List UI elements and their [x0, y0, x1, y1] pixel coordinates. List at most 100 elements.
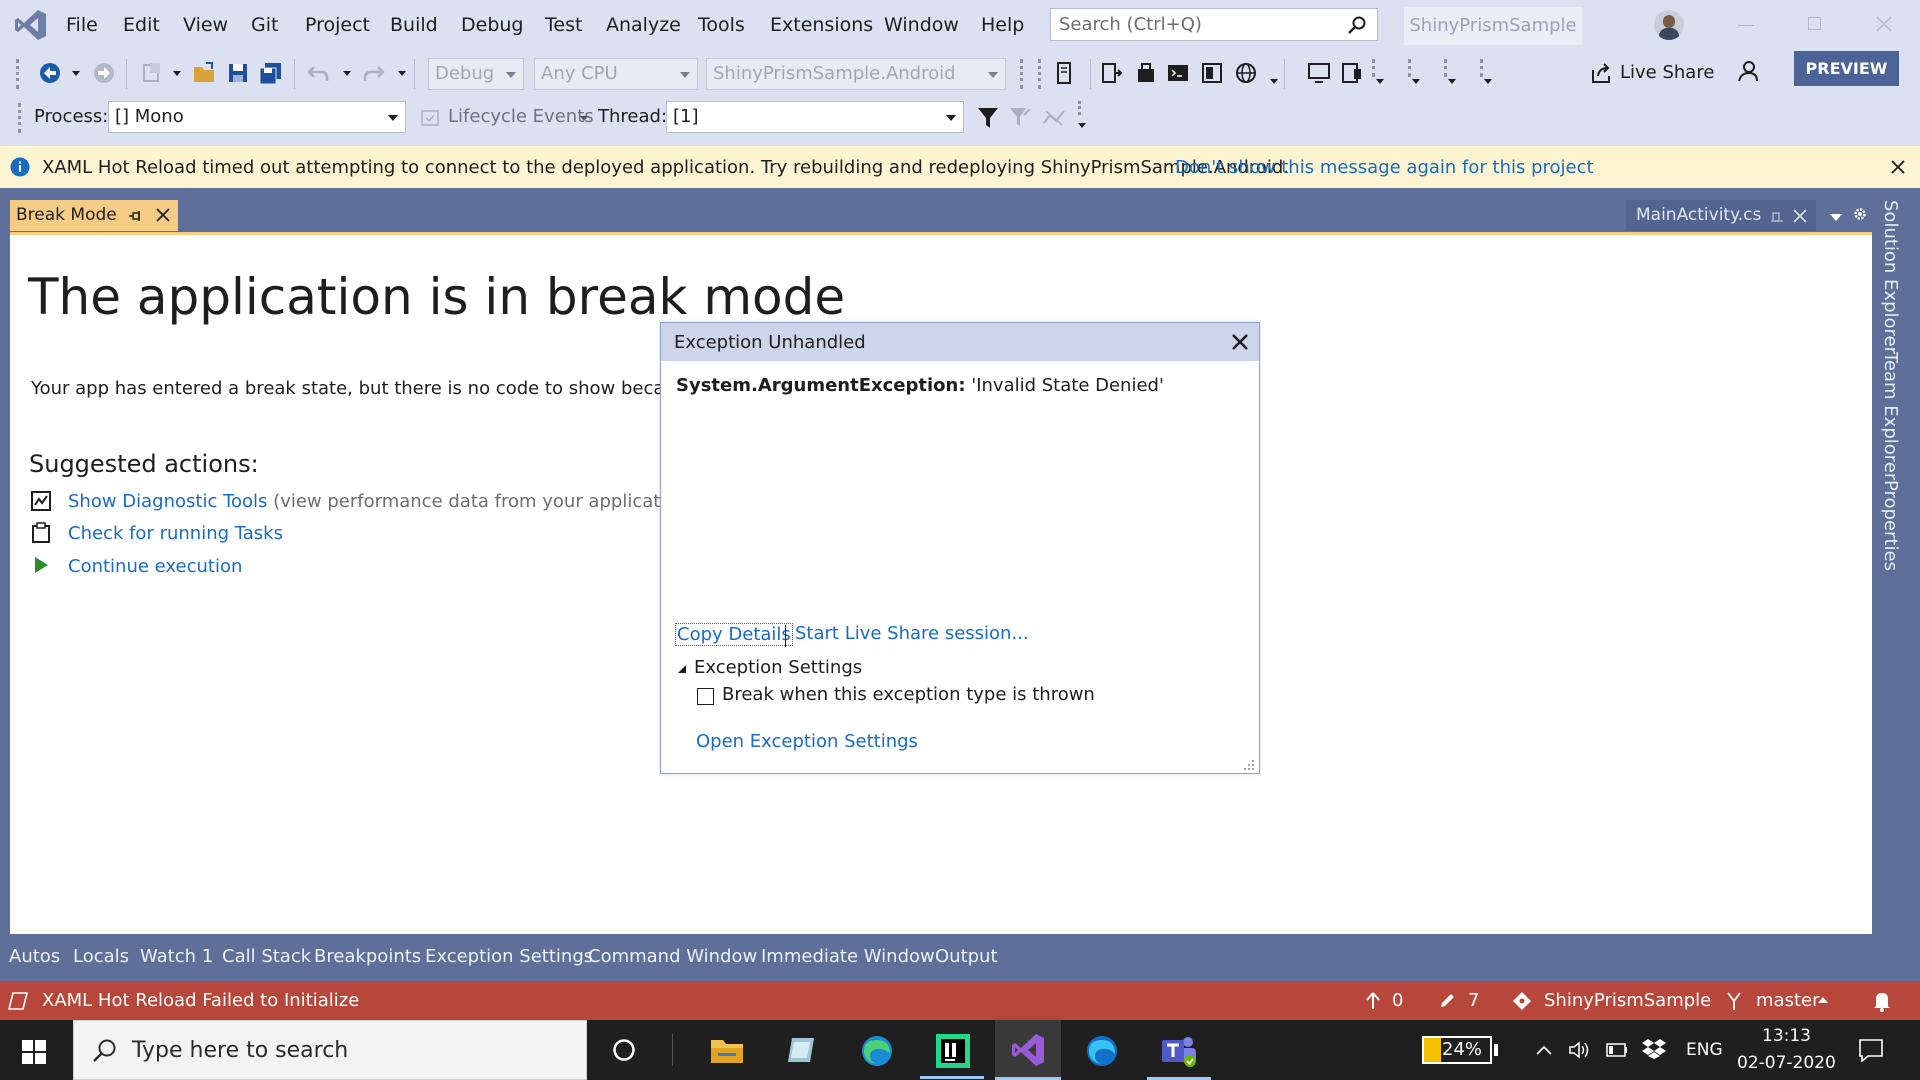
- notifications-bell-icon[interactable]: [1872, 990, 1892, 1012]
- toolbar-grip[interactable]: [1078, 101, 1081, 115]
- redo-dropdown-icon[interactable]: [398, 71, 406, 76]
- tab-immediate-window[interactable]: Immediate Window: [761, 946, 935, 967]
- preview-button[interactable]: PREVIEW: [1794, 51, 1899, 86]
- pending-changes-count[interactable]: 7: [1468, 990, 1479, 1011]
- resize-grip-icon[interactable]: [1241, 757, 1255, 771]
- menu-tools[interactable]: Tools: [698, 14, 745, 36]
- clock-date[interactable]: 02-07-2020: [1737, 1053, 1836, 1073]
- pin-icon[interactable]: [1770, 210, 1784, 224]
- tablet-icon[interactable]: [1340, 61, 1364, 85]
- startup-project-select[interactable]: ShinyPrismSample.Android: [706, 58, 1006, 90]
- tab-overflow-dropdown-icon[interactable]: [1830, 214, 1842, 221]
- layout-icon[interactable]: [1200, 61, 1224, 85]
- overflow-dropdown-icon[interactable]: [1078, 123, 1086, 128]
- terminal-icon[interactable]: [1166, 61, 1190, 85]
- side-tab-team-explorer[interactable]: Team Explorer: [1880, 352, 1901, 480]
- repository-name[interactable]: ShinyPrismSample: [1544, 990, 1711, 1011]
- new-dropdown-icon[interactable]: [173, 71, 181, 76]
- close-info-bar-icon[interactable]: [1891, 160, 1905, 174]
- clock-time[interactable]: 13:13: [1762, 1026, 1811, 1046]
- start-live-share-link[interactable]: Start Live Share session...: [795, 623, 1029, 644]
- minimize-button[interactable]: [1738, 25, 1754, 26]
- filter-flagged-icon[interactable]: [1008, 105, 1032, 131]
- toolbar-grip[interactable]: [1444, 59, 1447, 77]
- windows-start-icon[interactable]: [22, 1040, 46, 1064]
- navigate-back-icon[interactable]: [38, 61, 62, 85]
- overflow-dropdown-icon[interactable]: [1270, 79, 1278, 84]
- globe-icon[interactable]: [1234, 61, 1258, 85]
- menu-window[interactable]: Window: [884, 14, 959, 36]
- solution-platform-select[interactable]: Any CPU: [534, 58, 698, 90]
- battery-tray-icon[interactable]: [1606, 1042, 1628, 1058]
- device-log-icon[interactable]: [1052, 61, 1076, 85]
- menu-build[interactable]: Build: [390, 14, 438, 36]
- live-share-button[interactable]: Live Share: [1620, 62, 1714, 83]
- volume-icon[interactable]: [1568, 1040, 1590, 1060]
- toolbar-grip[interactable]: [1038, 59, 1041, 89]
- file-explorer-icon[interactable]: [710, 1036, 744, 1064]
- back-dropdown-icon[interactable]: [72, 71, 80, 76]
- dropbox-icon[interactable]: [1642, 1038, 1666, 1060]
- monitor-icon[interactable]: [1306, 61, 1332, 85]
- new-project-icon[interactable]: [140, 61, 164, 85]
- chevron-up-icon[interactable]: [1536, 1044, 1552, 1056]
- branch-dropdown-icon[interactable]: [1818, 997, 1828, 1003]
- stack-frames-icon[interactable]: [1042, 107, 1066, 129]
- toolbar-grip[interactable]: [1372, 59, 1375, 77]
- menu-edit[interactable]: Edit: [123, 14, 160, 36]
- menu-git[interactable]: Git: [251, 14, 278, 36]
- edge-browser-icon[interactable]: [860, 1034, 894, 1068]
- visual-studio-taskbar-icon[interactable]: [1010, 1032, 1046, 1068]
- device-manager-icon[interactable]: [1100, 61, 1124, 85]
- edge-dev-icon[interactable]: [1085, 1034, 1119, 1068]
- undo-dropdown-icon[interactable]: [343, 71, 351, 76]
- menu-analyze[interactable]: Analyze: [606, 14, 681, 36]
- input-language[interactable]: ENG: [1686, 1040, 1723, 1060]
- solution-configuration-select[interactable]: Debug: [428, 58, 524, 90]
- navigate-forward-icon[interactable]: [92, 61, 116, 85]
- save-icon[interactable]: [226, 61, 250, 85]
- menu-test[interactable]: Test: [545, 14, 582, 36]
- notebook-app-icon[interactable]: [786, 1034, 818, 1066]
- overflow-dropdown-icon[interactable]: [1412, 79, 1420, 84]
- task-view-icon[interactable]: [612, 1038, 636, 1062]
- taskbar-search-input[interactable]: Type here to search: [73, 1020, 587, 1080]
- search-input[interactable]: Search (Ctrl+Q): [1050, 8, 1378, 41]
- action-center-icon[interactable]: [1858, 1038, 1884, 1062]
- lifecycle-dropdown-icon[interactable]: [580, 116, 588, 121]
- tab-break-mode[interactable]: Break Mode: [10, 200, 178, 231]
- filter-icon[interactable]: [976, 105, 1000, 131]
- toolbar-grip[interactable]: [18, 103, 21, 133]
- tab-mainactivity[interactable]: MainActivity.cs: [1626, 200, 1816, 231]
- overflow-dropdown-icon[interactable]: [1376, 79, 1384, 84]
- close-tab-icon[interactable]: [1793, 209, 1807, 223]
- pin-icon[interactable]: [128, 209, 142, 223]
- tab-command-window[interactable]: Command Window: [588, 946, 757, 967]
- toolbar-grip[interactable]: [1480, 59, 1483, 77]
- menu-debug[interactable]: Debug: [461, 14, 523, 36]
- close-exception-icon[interactable]: [1231, 333, 1249, 351]
- dont-show-again-link[interactable]: Don't show this message again for this p…: [1175, 157, 1594, 178]
- feedback-icon[interactable]: [1736, 59, 1760, 85]
- branch-name[interactable]: master: [1756, 990, 1819, 1011]
- close-tab-icon[interactable]: [156, 208, 170, 222]
- overflow-dropdown-icon[interactable]: [1484, 79, 1492, 84]
- undo-icon[interactable]: [306, 61, 330, 85]
- tab-exception-settings[interactable]: Exception Settings: [425, 946, 593, 967]
- thread-select[interactable]: [1]: [666, 101, 964, 133]
- continue-execution-link[interactable]: Continue execution: [68, 556, 242, 577]
- toolbar-grip[interactable]: [1020, 59, 1023, 89]
- redo-icon[interactable]: [362, 61, 386, 85]
- tab-call-stack[interactable]: Call Stack: [222, 946, 311, 967]
- teams-icon[interactable]: [1160, 1034, 1198, 1068]
- save-all-icon[interactable]: [258, 61, 284, 85]
- menu-extensions[interactable]: Extensions: [770, 14, 873, 36]
- close-window-button[interactable]: [1876, 16, 1892, 32]
- collapse-triangle-icon[interactable]: [677, 664, 687, 674]
- battery-indicator[interactable]: 24%: [1422, 1036, 1492, 1064]
- menu-view[interactable]: View: [183, 14, 228, 36]
- tab-watch-1[interactable]: Watch 1: [140, 946, 213, 967]
- avatar[interactable]: [1654, 10, 1684, 40]
- break-on-exception-checkbox[interactable]: [697, 688, 714, 705]
- menu-project[interactable]: Project: [305, 14, 370, 36]
